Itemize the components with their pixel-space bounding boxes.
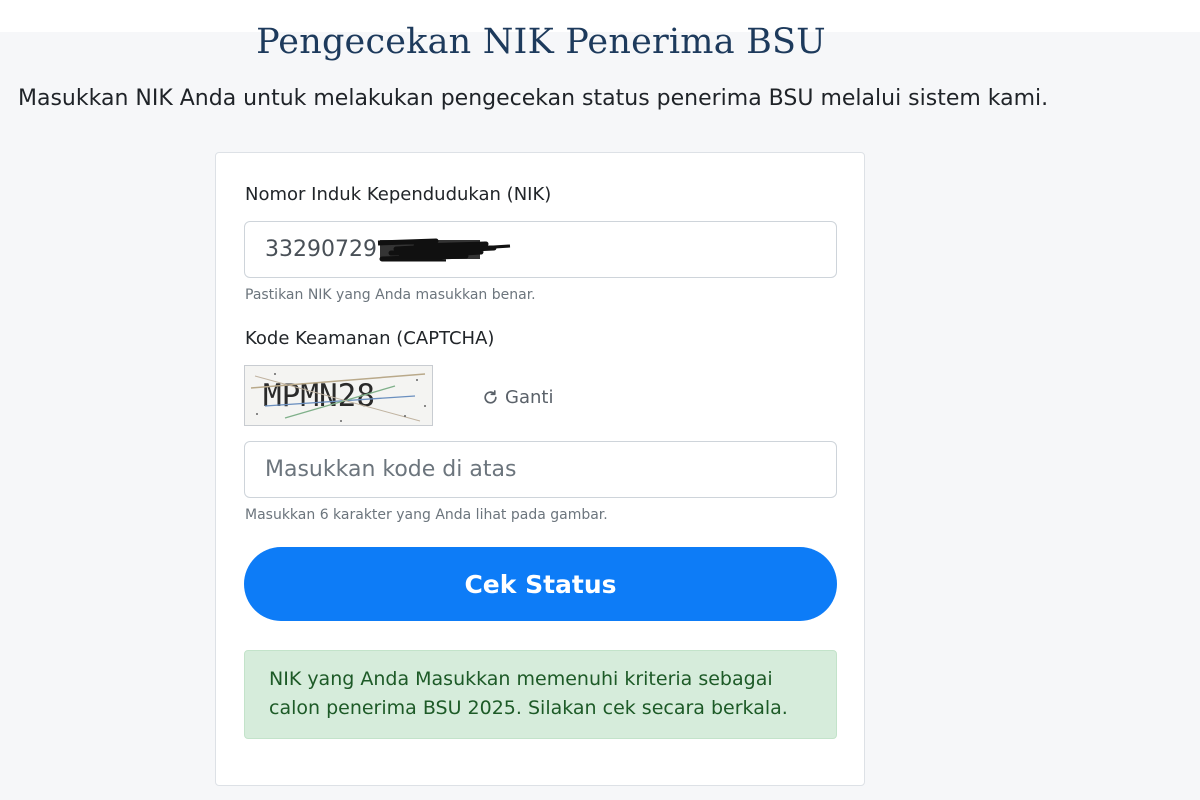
captcha-input[interactable] <box>244 441 837 498</box>
refresh-icon <box>484 390 497 404</box>
captcha-label: Kode Keamanan (CAPTCHA) <box>245 328 495 349</box>
nik-help-text: Pastikan NIK yang Anda masukkan benar. <box>245 287 536 303</box>
captcha-help-text: Masukkan 6 karakter yang Anda lihat pada… <box>245 507 608 523</box>
nik-check-form: Nomor Induk Kependudukan (NIK) Pastikan … <box>215 152 865 786</box>
check-status-button[interactable]: Cek Status <box>244 547 837 621</box>
page-title: Pengecekan NIK Penerima BSU <box>256 22 826 62</box>
redaction-scribble <box>377 238 511 262</box>
result-alert: NIK yang Anda Masukkan memenuhi kriteria… <box>244 650 837 739</box>
nik-input[interactable] <box>244 221 837 278</box>
nik-label: Nomor Induk Kependudukan (NIK) <box>245 184 552 205</box>
captcha-image: MPMN28 <box>244 365 433 426</box>
captcha-refresh-button[interactable]: Ganti <box>482 387 553 408</box>
page-subtitle: Masukkan NIK Anda untuk melakukan pengec… <box>18 86 1049 111</box>
captcha-noise-lines <box>250 373 426 422</box>
nik-field-wrapper <box>216 221 866 278</box>
captcha-refresh-label: Ganti <box>505 387 554 408</box>
